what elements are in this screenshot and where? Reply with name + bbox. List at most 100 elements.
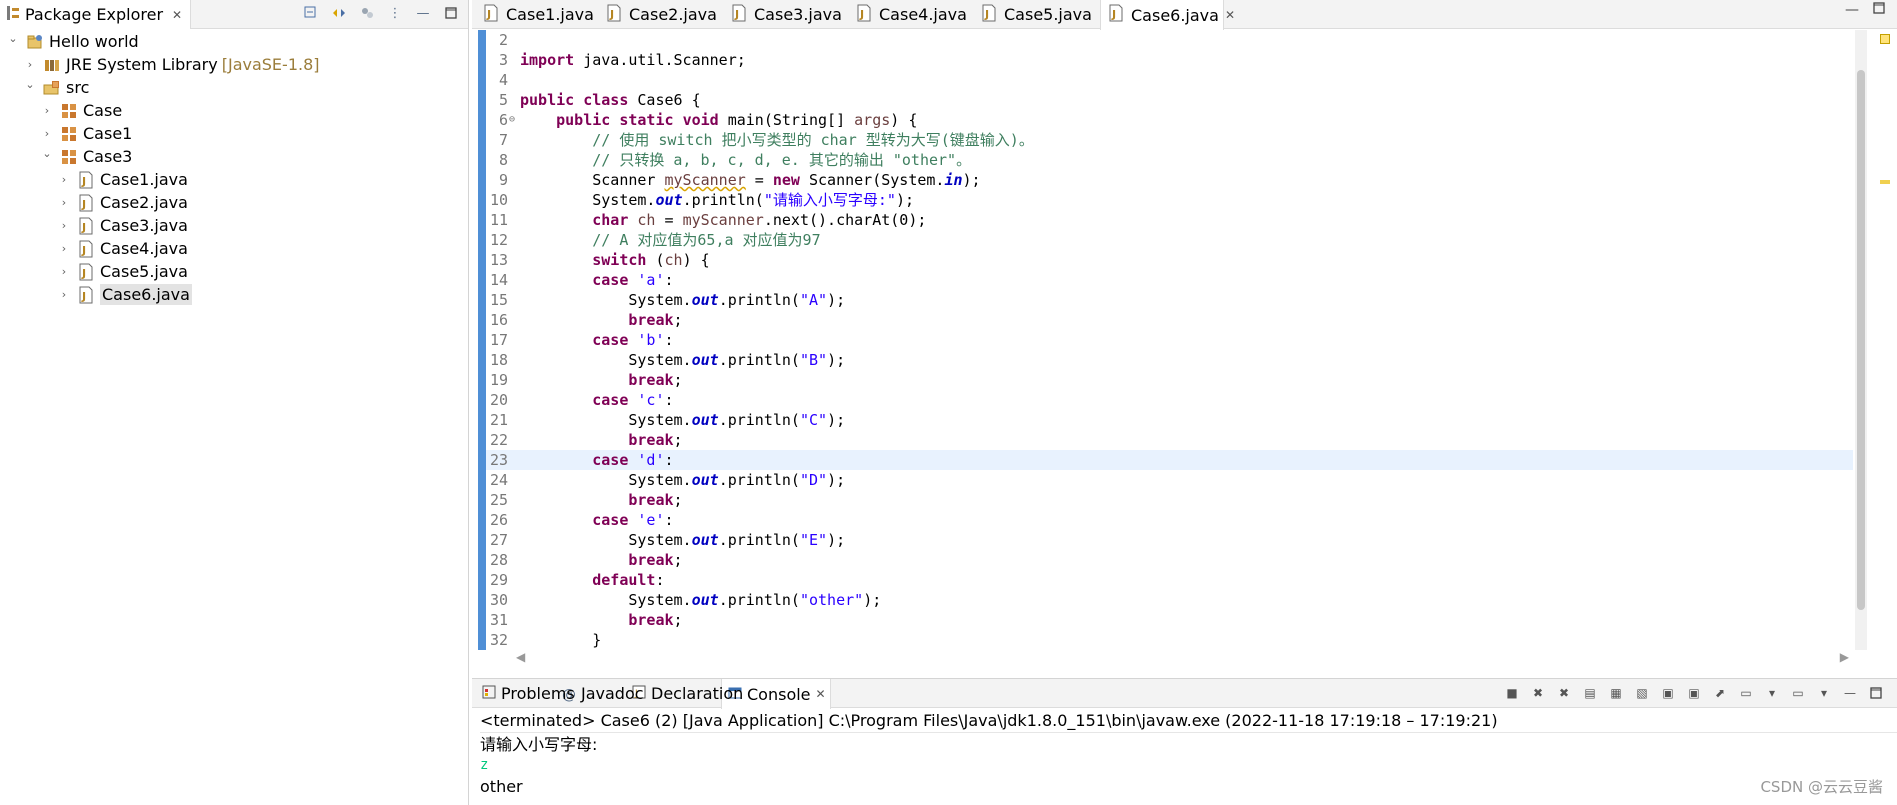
code-line[interactable]: 5 public class Case6 { (486, 90, 1853, 110)
code-line[interactable]: 14 case 'a': (486, 270, 1853, 290)
code-line[interactable]: 23 case 'd': (486, 450, 1853, 470)
tree-item[interactable]: › J Case2.java (0, 191, 468, 214)
code-line[interactable]: 10 System.out.println("请输入小写字母:"); (486, 190, 1853, 210)
chevron-right-icon[interactable]: › (40, 104, 54, 118)
tree-item[interactable]: ⌄ Case3 (0, 145, 468, 168)
chevron-down-icon[interactable]: ⌄ (23, 78, 37, 92)
tab-package-explorer[interactable]: Package Explorer ✕ (0, 0, 192, 29)
chevron-right-icon[interactable]: › (40, 127, 54, 141)
code-line[interactable]: 27 System.out.println("E"); (486, 530, 1853, 550)
code-line[interactable]: 19 break; (486, 370, 1853, 390)
chevron-right-icon[interactable]: › (57, 196, 71, 210)
scroll-right-icon[interactable]: ▶ (1840, 650, 1849, 664)
scroll-thumb[interactable] (1857, 70, 1865, 610)
tree-item[interactable]: › Case (0, 99, 468, 122)
code-line[interactable]: 11 char ch = myScanner.next().charAt(0); (486, 210, 1853, 230)
warning-marker[interactable] (1880, 180, 1890, 184)
chevron-right-icon[interactable]: › (57, 242, 71, 256)
code-line[interactable]: 29 default: (486, 570, 1853, 590)
tree-item[interactable]: › J Case4.java (0, 237, 468, 260)
tab-problems[interactable]: Problems (476, 679, 575, 708)
tree-item[interactable]: › J Case5.java (0, 260, 468, 283)
dropdown-icon[interactable]: ▾ (1815, 684, 1833, 702)
tree-item[interactable]: ⌄ Hello world (0, 30, 468, 53)
tab-case1-java[interactable]: J Case1.java (476, 0, 594, 29)
pin-console-icon[interactable]: ⬈ (1711, 684, 1729, 702)
code-line[interactable]: 31 break; (486, 610, 1853, 630)
minimize-icon[interactable]: — (1841, 684, 1859, 702)
tree-item[interactable]: › JRE System Library [JavaSE-1.8] (0, 53, 468, 76)
vertical-scrollbar[interactable] (1855, 30, 1867, 650)
show-on-stdout-icon[interactable]: ▣ (1659, 684, 1677, 702)
view-menu-icon[interactable]: ⋮ (386, 4, 404, 22)
tab-case5-java[interactable]: J Case5.java (974, 0, 1092, 29)
chevron-right-icon[interactable]: › (57, 288, 71, 302)
tab-case2-java[interactable]: J Case2.java (599, 0, 717, 29)
chevron-right-icon[interactable]: › (57, 265, 71, 279)
maximize-icon[interactable] (442, 4, 460, 22)
collapse-all-icon[interactable] (302, 4, 320, 22)
code-line[interactable]: 24 System.out.println("D"); (486, 470, 1853, 490)
overview-ruler[interactable] (1877, 30, 1893, 650)
remove-launch-icon[interactable]: ✖ (1529, 684, 1547, 702)
code-line[interactable]: 28 break; (486, 550, 1853, 570)
tree-item[interactable]: › J Case6.java (0, 283, 468, 306)
tree-item[interactable]: › Case1 (0, 122, 468, 145)
show-on-stderr-icon[interactable]: ▣ (1685, 684, 1703, 702)
code-line[interactable]: 17 case 'b': (486, 330, 1853, 350)
display-console-icon[interactable]: ▭ (1737, 684, 1755, 702)
horizontal-scrollbar[interactable]: ◀ ▶ (512, 650, 1853, 664)
code-line[interactable]: 18 System.out.println("B"); (486, 350, 1853, 370)
code-line[interactable]: 20 case 'c': (486, 390, 1853, 410)
chevron-down-icon[interactable]: ⌄ (6, 32, 20, 46)
code-line[interactable]: 6 ⊖ public static void main(String[] args… (486, 110, 1853, 130)
close-icon[interactable]: ✕ (1225, 8, 1235, 22)
code-line[interactable]: 2 (486, 30, 1853, 50)
code-line[interactable]: 4 (486, 70, 1853, 90)
code-line[interactable]: 15 System.out.println("A"); (486, 290, 1853, 310)
code-line[interactable]: 32 } (486, 630, 1853, 650)
tree-item[interactable]: › J Case3.java (0, 214, 468, 237)
code-line[interactable]: 21 System.out.println("C"); (486, 410, 1853, 430)
terminate-icon[interactable]: ■ (1503, 684, 1521, 702)
maximize-icon[interactable] (1867, 684, 1885, 702)
filter-icon[interactable] (358, 4, 376, 22)
open-console-icon[interactable]: ▭ (1789, 684, 1807, 702)
word-wrap-icon[interactable]: ▧ (1633, 684, 1651, 702)
chevron-right-icon[interactable]: › (57, 219, 71, 233)
code-line[interactable]: 13 switch (ch) { (486, 250, 1853, 270)
close-icon[interactable]: ✕ (172, 8, 182, 22)
chevron-right-icon[interactable]: › (23, 58, 37, 72)
code-line[interactable]: 26 case 'e': (486, 510, 1853, 530)
code-area[interactable]: 2 3 import java.util.Scanner; 4 5 public clas… (472, 30, 1897, 660)
console-output[interactable]: 请输入小写字母: z other (480, 734, 597, 797)
code-line[interactable]: 8 // 只转换 a, b, c, d, e. 其它的输出 "other"。 (486, 150, 1853, 170)
code-line[interactable]: 3 import java.util.Scanner; (486, 50, 1853, 70)
code-line[interactable]: 25 break; (486, 490, 1853, 510)
close-icon[interactable]: ✕ (816, 687, 826, 701)
link-with-editor-icon[interactable] (330, 4, 348, 22)
tab-case6-java[interactable]: J Case6.java ✕ (1100, 0, 1235, 30)
code-line[interactable]: 30 System.out.println("other"); (486, 590, 1853, 610)
remove-all-terminated-icon[interactable]: ✖ (1555, 684, 1573, 702)
chevron-down-icon[interactable]: ⌄ (40, 147, 54, 161)
code-line[interactable]: 16 break; (486, 310, 1853, 330)
chevron-right-icon[interactable]: › (57, 173, 71, 187)
code-line[interactable]: 12 // A 对应值为65,a 对应值为97 (486, 230, 1853, 250)
code-line[interactable]: 7 // 使用 switch 把小写类型的 char 型转为大写(键盘输入)。 (486, 130, 1853, 150)
scroll-lock-icon[interactable]: ▦ (1607, 684, 1625, 702)
dropdown-icon[interactable]: ▾ (1763, 684, 1781, 702)
fold-collapse-icon[interactable]: ⊖ (509, 110, 515, 130)
clear-console-icon[interactable]: ▤ (1581, 684, 1599, 702)
code-text[interactable]: 2 3 import java.util.Scanner; 4 5 public clas… (486, 30, 1853, 650)
tree-item[interactable]: ⌄ src (0, 76, 468, 99)
scroll-left-icon[interactable]: ◀ (516, 650, 525, 664)
minimize-icon[interactable]: — (1845, 2, 1859, 18)
code-line[interactable]: 22 break; (486, 430, 1853, 450)
minimize-icon[interactable]: — (414, 4, 432, 22)
tab-case4-java[interactable]: J Case4.java (849, 0, 967, 29)
maximize-icon[interactable] (1873, 2, 1885, 18)
code-line[interactable]: 9⚠ Scanner myScanner = new Scanner(Syste… (486, 170, 1853, 190)
tab-case3-java[interactable]: J Case3.java (724, 0, 842, 29)
tree-item[interactable]: › J Case1.java (0, 168, 468, 191)
